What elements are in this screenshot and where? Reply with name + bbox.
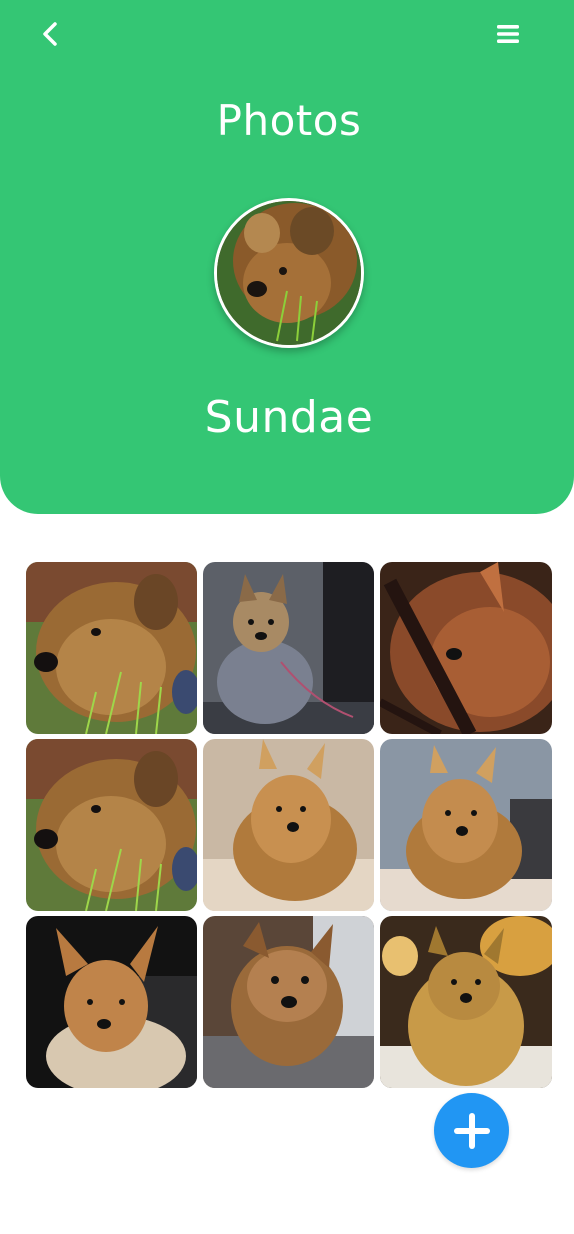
add-photo-button[interactable] (434, 1093, 509, 1168)
plus-icon (453, 1112, 490, 1149)
photo-image (203, 916, 374, 1088)
photos-screen: Photos Sundae (0, 0, 574, 1234)
photo-tile[interactable] (380, 562, 552, 734)
photo-image (380, 562, 552, 734)
page-title: Photos (216, 96, 362, 145)
profile-header: Photos Sundae (0, 0, 574, 514)
photo-tile[interactable] (203, 739, 374, 911)
photo-tile[interactable] (26, 739, 197, 911)
photo-tile[interactable] (203, 916, 374, 1088)
hamburger-menu-icon (497, 25, 519, 43)
photo-image (26, 739, 197, 911)
photo-tile[interactable] (380, 916, 552, 1088)
photo-image (203, 562, 374, 734)
menu-button[interactable] (490, 16, 526, 52)
photo-tile[interactable] (26, 916, 197, 1088)
back-button[interactable] (32, 14, 68, 54)
photo-tile[interactable] (203, 562, 374, 734)
avatar[interactable] (214, 198, 364, 348)
photo-image (380, 916, 552, 1088)
pet-name: Sundae (204, 392, 374, 443)
photo-tile[interactable] (380, 739, 552, 911)
photo-image (26, 562, 197, 734)
photo-image (26, 916, 197, 1088)
photo-tile[interactable] (26, 562, 197, 734)
chevron-left-icon (43, 22, 57, 46)
photo-image (380, 739, 552, 911)
photo-image (203, 739, 374, 911)
photo-grid (26, 562, 556, 1088)
dog-avatar-image (217, 201, 361, 345)
